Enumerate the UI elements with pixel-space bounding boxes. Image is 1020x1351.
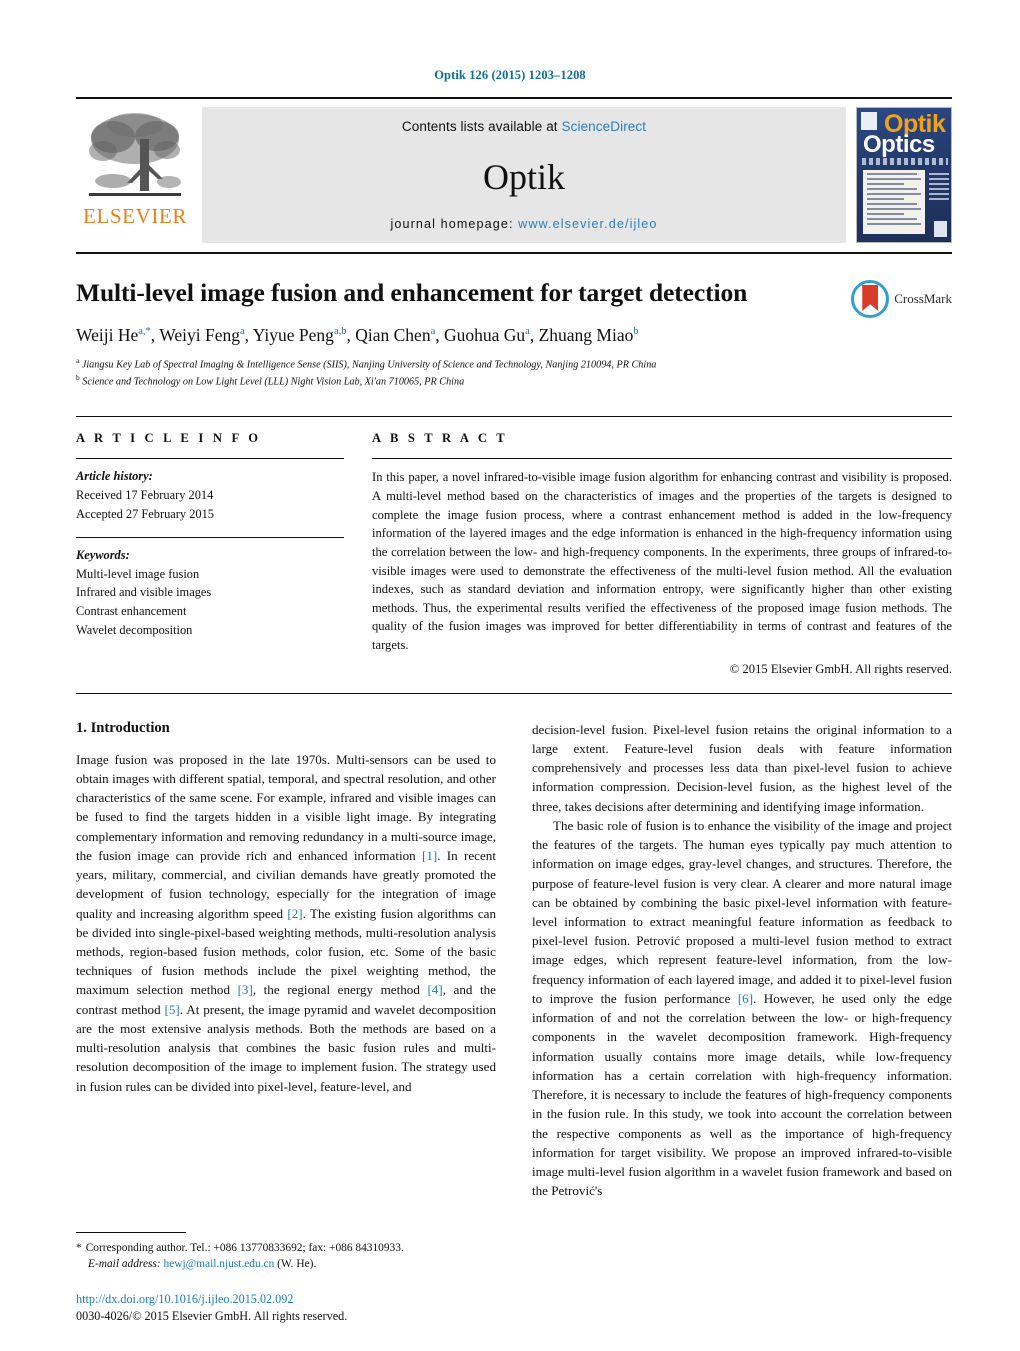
body-column-left: 1. Introduction Image fusion was propose…: [76, 720, 496, 1201]
journal-masthead: ELSEVIER Contents lists available at Sci…: [76, 97, 952, 254]
elsevier-wordmark: ELSEVIER: [83, 204, 187, 228]
article-body: 1. Introduction Image fusion was propose…: [76, 720, 952, 1201]
paper-page: Optik 126 (2015) 1203–1208 ELSEVIER Cont…: [0, 0, 1020, 1351]
footnote-rule: [76, 1231, 186, 1233]
abstract-text: In this paper, a novel infrared-to-visib…: [372, 470, 952, 652]
author-name: Zhuang Miao: [538, 325, 634, 346]
crossmark-icon: [851, 280, 890, 318]
asterisk-icon: *: [76, 1241, 82, 1254]
citation-link[interactable]: [4]: [427, 982, 442, 997]
contents-prefix: Contents lists available at: [401, 119, 558, 134]
cover-publisher-mark: [861, 112, 877, 130]
author-affiliation-marker: a,*: [138, 326, 151, 338]
crossmark-badge[interactable]: CrossMark: [851, 280, 952, 318]
elsevier-logo: ELSEVIER: [76, 107, 194, 243]
abstract-copyright: © 2015 Elsevier GmbH. All rights reserve…: [729, 661, 952, 676]
body-column-right: decision-level fusion. Pixel-level fusio…: [532, 720, 952, 1201]
crossmark-label: CrossMark: [894, 291, 952, 306]
divider: [76, 458, 344, 460]
author-name: Weiyi Feng: [159, 325, 240, 346]
title-block: CrossMark Multi-level image fusion and e…: [76, 278, 952, 390]
keyword-item: Multi-level image fusion: [76, 566, 200, 581]
citation-link[interactable]: [1]: [422, 848, 437, 863]
cover-contents-panel: [863, 170, 925, 234]
journal-homepage-line: journal homepage: www.elsevier.de/ijleo: [391, 217, 658, 231]
contents-available-line: Contents lists available at ScienceDirec…: [402, 119, 646, 134]
keyword-item: Wavelet decomposition: [76, 622, 193, 637]
abstract-column: A B S T R A C T In this paper, a novel i…: [372, 431, 952, 676]
issn-copyright-line: 0030-4026/© 2015 Elsevier GmbH. All righ…: [76, 1308, 348, 1323]
author-affiliation-marker: a: [525, 326, 530, 338]
running-head: Optik 126 (2015) 1203–1208: [434, 68, 586, 82]
keyword-item: Contrast enhancement: [76, 604, 187, 619]
right-column-paragraphs: decision-level fusion. Pixel-level fusio…: [532, 720, 952, 1201]
info-abstract-section: A R T I C L E I N F O Article history: R…: [76, 416, 952, 676]
corresponding-author-note: * Corresponding author. Tel.: +086 137708…: [76, 1240, 496, 1257]
citation-link[interactable]: [3]: [238, 982, 253, 997]
affiliation: b Science and Technology on Low Light Le…: [76, 373, 465, 388]
email-label: E-mail address:: [88, 1258, 161, 1271]
body-paragraph: Image fusion was proposed in the late 19…: [76, 751, 496, 1094]
author-affiliation-marker: a,b: [333, 326, 347, 338]
footer-block: http://dx.doi.org/10.1016/j.ijleo.2015.0…: [76, 1291, 596, 1325]
affiliation-marker: a: [76, 356, 80, 366]
author-name: Yiyue Peng: [252, 325, 334, 346]
abstract-heading: A B S T R A C T: [372, 431, 508, 446]
affiliation: a Jiangsu Key Lab of Spectral Imaging & …: [76, 356, 657, 371]
author-affiliation-marker: a: [430, 326, 436, 338]
affiliation-marker: b: [76, 373, 80, 383]
doi-link[interactable]: http://dx.doi.org/10.1016/j.ijleo.2015.0…: [76, 1291, 596, 1308]
journal-title: Optik: [482, 156, 565, 197]
received-date: Received 17 February 2014: [76, 487, 214, 502]
masthead-banner: Contents lists available at ScienceDirec…: [202, 107, 846, 243]
citation-link[interactable]: [5]: [165, 1002, 180, 1017]
email-suffix: (W. He).: [277, 1258, 317, 1271]
email-link[interactable]: hewj@mail.njust.edu.cn: [164, 1258, 275, 1270]
keywords-list: Multi-level image fusion Infrared and vis…: [76, 565, 344, 639]
article-info-column: A R T I C L E I N F O Article history: R…: [76, 431, 344, 676]
citation-link[interactable]: [6]: [738, 991, 753, 1006]
author-name: Guohua Gu: [444, 325, 526, 346]
accepted-date: Accepted 27 February 2015: [76, 506, 214, 521]
sciencedirect-link[interactable]: ScienceDirect: [562, 119, 647, 134]
corresponding-author-text: Corresponding author. Tel.: +086 1377083…: [85, 1241, 404, 1254]
affiliation-list: a Jiangsu Key Lab of Spectral Imaging & …: [76, 356, 952, 390]
cover-title-bottom: Optics: [863, 131, 935, 158]
page-title: Multi-level image fusion and enhancement…: [76, 278, 748, 307]
author-affiliation-marker: b: [633, 326, 639, 338]
divider: [76, 537, 344, 539]
divider: [372, 458, 952, 460]
journal-cover-thumbnail: Optik Optics: [856, 107, 952, 243]
email-note: E-mail address: hewj@mail.njust.edu.cn (…: [76, 1256, 496, 1273]
article-info-heading: A R T I C L E I N F O: [76, 431, 262, 446]
body-paragraph: The basic role of fusion is to enhance t…: [532, 817, 952, 1199]
author-name: Weiji He: [76, 325, 139, 346]
body-paragraph: decision-level fusion. Pixel-level fusio…: [532, 721, 952, 814]
section-heading-introduction: 1. Introduction: [76, 719, 170, 736]
author-name: Qian Chen: [355, 325, 431, 346]
footnote-block: * Corresponding author. Tel.: +086 137708…: [76, 1231, 496, 1273]
homepage-url-link[interactable]: www.elsevier.de/ijleo: [518, 217, 657, 231]
left-column-paragraphs: Image fusion was proposed in the late 19…: [76, 750, 496, 1096]
cover-badge: [934, 221, 947, 237]
citation-link[interactable]: [2]: [287, 906, 302, 921]
homepage-label: journal homepage:: [390, 217, 514, 231]
cover-subtitle-rule: [862, 158, 948, 165]
section-divider: [76, 692, 952, 694]
elsevier-tree-icon: [83, 109, 187, 205]
author-affiliation-marker: a: [239, 326, 245, 338]
keywords-label: Keywords:: [76, 548, 130, 563]
article-history-label: Article history:: [76, 469, 153, 484]
author-list: Weiji Hea,*, Weiyi Fenga, Yiyue Penga,b,…: [76, 325, 639, 346]
cover-side-text: [929, 170, 949, 210]
keyword-item: Infrared and visible images: [76, 585, 212, 600]
